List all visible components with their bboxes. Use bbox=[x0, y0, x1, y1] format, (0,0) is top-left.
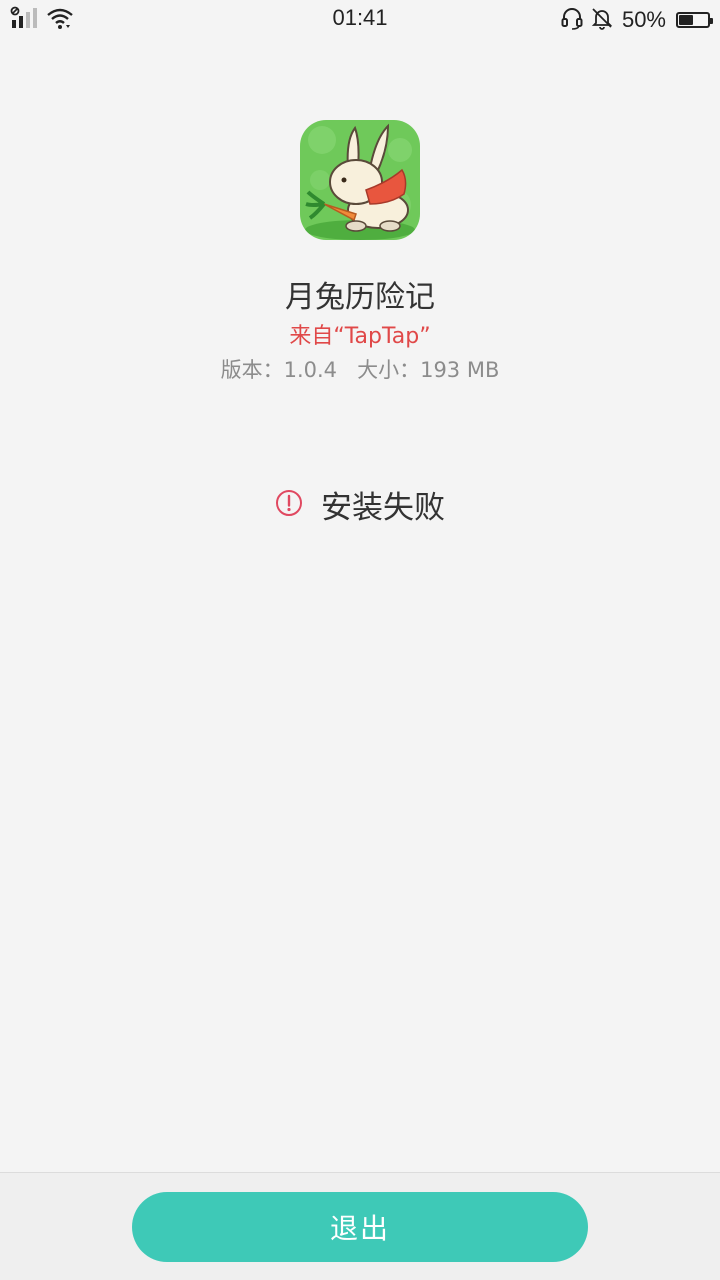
app-name: 月兔历险记 bbox=[285, 280, 435, 315]
moon-rabbit-app-icon bbox=[300, 120, 420, 240]
exit-button[interactable]: 退出 bbox=[132, 1192, 588, 1262]
install-status: 安装失败 bbox=[0, 482, 720, 527]
app-meta: 版本：1.0.4 大小：193 MB bbox=[0, 354, 720, 384]
install-status-text: 安装失败 bbox=[321, 490, 445, 526]
headset-icon bbox=[560, 6, 584, 34]
battery-level bbox=[679, 15, 693, 25]
battery-percent: 50% bbox=[621, 7, 666, 32]
app-source: 来自“TapTap” bbox=[289, 324, 431, 349]
error-circle-icon bbox=[275, 489, 303, 521]
bottom-bar: 退出 bbox=[0, 1172, 720, 1280]
status-bar: 01:41 50% bbox=[0, 0, 720, 38]
app-version: 版本：1.0.4 bbox=[220, 358, 338, 382]
status-right: 50% bbox=[560, 6, 713, 34]
app-size: 大小：193 MB bbox=[357, 358, 500, 382]
mute-bell-icon bbox=[590, 6, 614, 34]
battery-icon bbox=[676, 12, 713, 28]
